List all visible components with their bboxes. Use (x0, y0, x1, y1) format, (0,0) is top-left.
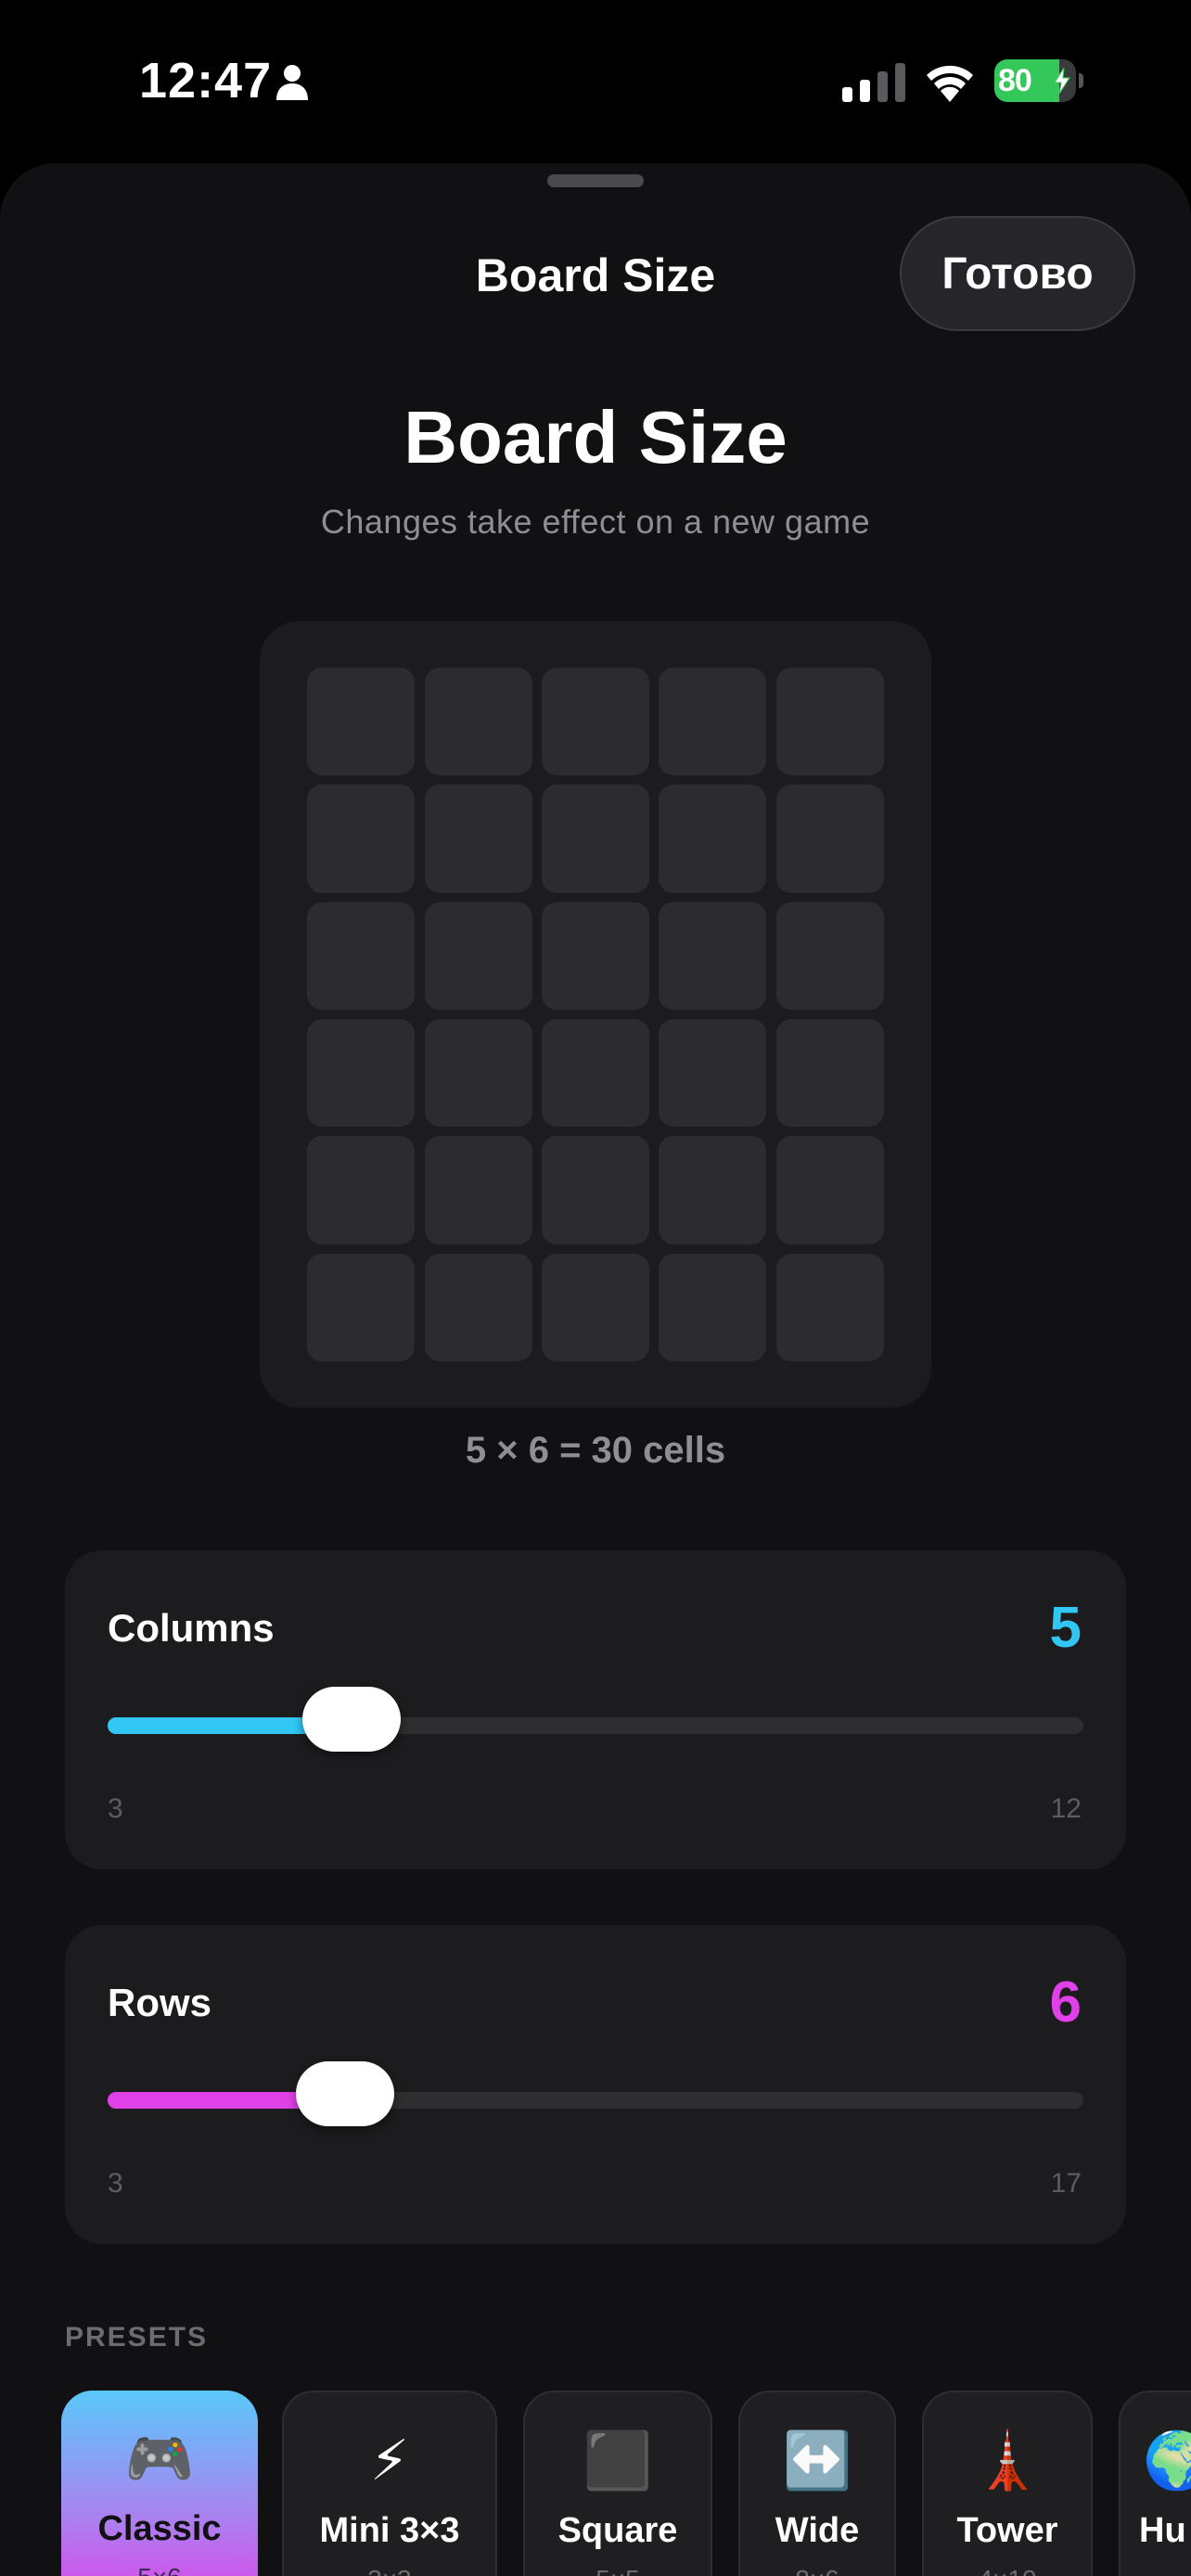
preset-classic[interactable]: 🎮 Classic 5×6 (61, 2391, 258, 2576)
preset-name: Square (557, 2511, 678, 2550)
preset-name: Tower (956, 2511, 1058, 2550)
board-cell (307, 784, 416, 893)
rows-slider[interactable] (108, 2061, 1083, 2126)
game-controller-icon: 🎮 (124, 2428, 195, 2490)
board-cell (775, 901, 884, 1010)
preset-mini[interactable]: ⚡ Mini 3×3 3×3 (282, 2391, 497, 2576)
board-cell (307, 901, 416, 1010)
board-cell (775, 668, 884, 776)
preset-dims: 5×6 (61, 2563, 258, 2576)
sheet-grabber[interactable] (547, 174, 644, 187)
board-cell (424, 901, 532, 1010)
rows-label: Rows (108, 1981, 212, 2024)
board-cell (659, 784, 767, 893)
board-size-sheet: Board Size Готово Board Size Changes tak… (0, 163, 1191, 2576)
board-cell (307, 1253, 416, 1361)
board-cell (775, 1253, 884, 1361)
presets-header: PRESETS (65, 2322, 209, 2353)
black-square-icon: ⬛ (583, 2429, 653, 2492)
preset-dims: 5×5 (525, 2565, 711, 2576)
battery-body: 80 (994, 59, 1076, 102)
board-cell (424, 668, 532, 776)
board-cell (307, 668, 416, 776)
rows-value: 6 (1049, 1970, 1082, 2034)
board-cell (307, 1136, 416, 1244)
preset-name: Mini 3×3 (319, 2511, 460, 2550)
columns-min-label: 3 (108, 1793, 123, 1824)
board-cell (307, 1019, 416, 1128)
preset-hu[interactable]: 🌍 Hu (1119, 2391, 1191, 2576)
charging-bolt-icon (1054, 68, 1070, 94)
battery-icon: 80 (994, 59, 1083, 102)
board-cell (659, 668, 767, 776)
board-cell (424, 1019, 532, 1128)
page-title: Board Size (403, 396, 788, 478)
globe-icon: 🌍 (1143, 2429, 1191, 2492)
board-cell (541, 784, 650, 893)
board-cell (659, 1019, 767, 1128)
cellular-signal-icon (842, 63, 905, 102)
done-button[interactable]: Готово (900, 216, 1135, 331)
columns-card: Columns 5 3 12 (65, 1550, 1126, 1869)
board-cell (775, 1019, 884, 1128)
board-cell (541, 1136, 650, 1244)
preset-dims: 3×3 (284, 2565, 495, 2576)
preset-square[interactable]: ⬛ Square 5×5 (523, 2391, 712, 2576)
preset-dims: 8×6 (740, 2565, 894, 2576)
status-bar: 12:47 80 (0, 0, 1191, 158)
preset-name: Classic (97, 2509, 222, 2548)
rows-card: Rows 6 3 17 (65, 1925, 1126, 2244)
board-preview (260, 621, 931, 1408)
board-cell (541, 668, 650, 776)
left-right-arrow-icon: ↔️ (782, 2429, 852, 2492)
lightning-icon: ⚡ (369, 2429, 410, 2492)
board-cell (541, 1019, 650, 1128)
board-cell (775, 784, 884, 893)
person-icon (276, 65, 308, 100)
preset-tower[interactable]: 🗼 Tower 4×10 (922, 2391, 1093, 2576)
board-cell (541, 901, 650, 1010)
board-cell (659, 1253, 767, 1361)
preset-dims: 4×10 (924, 2565, 1091, 2576)
battery-percentage: 80 (998, 63, 1032, 98)
board-cell (424, 1253, 532, 1361)
cell-count-label: 5 × 6 = 30 cells (465, 1430, 726, 1471)
columns-max-label: 12 (1050, 1793, 1082, 1824)
board-cell (424, 784, 532, 893)
rows-min-label: 3 (108, 2168, 123, 2199)
board-cell (424, 1136, 532, 1244)
tower-icon: 🗼 (972, 2429, 1043, 2492)
preset-name: Wide (775, 2511, 860, 2550)
wifi-icon (927, 65, 973, 102)
columns-slider-thumb[interactable] (302, 1687, 402, 1752)
board-cell (659, 901, 767, 1010)
board-cell (775, 1136, 884, 1244)
status-time: 12:47 (139, 53, 273, 108)
preset-wide[interactable]: ↔️ Wide 8×6 (738, 2391, 896, 2576)
columns-value: 5 (1049, 1596, 1082, 1660)
rows-max-label: 17 (1050, 2168, 1082, 2199)
preset-name: Hu (1139, 2511, 1186, 2550)
board-cell (659, 1136, 767, 1244)
board-cell (541, 1253, 650, 1361)
rows-slider-thumb[interactable] (295, 2061, 394, 2126)
columns-label: Columns (108, 1606, 275, 1650)
page-subtitle: Changes take effect on a new game (320, 503, 871, 541)
battery-cap (1079, 73, 1083, 88)
columns-slider[interactable] (108, 1687, 1083, 1752)
